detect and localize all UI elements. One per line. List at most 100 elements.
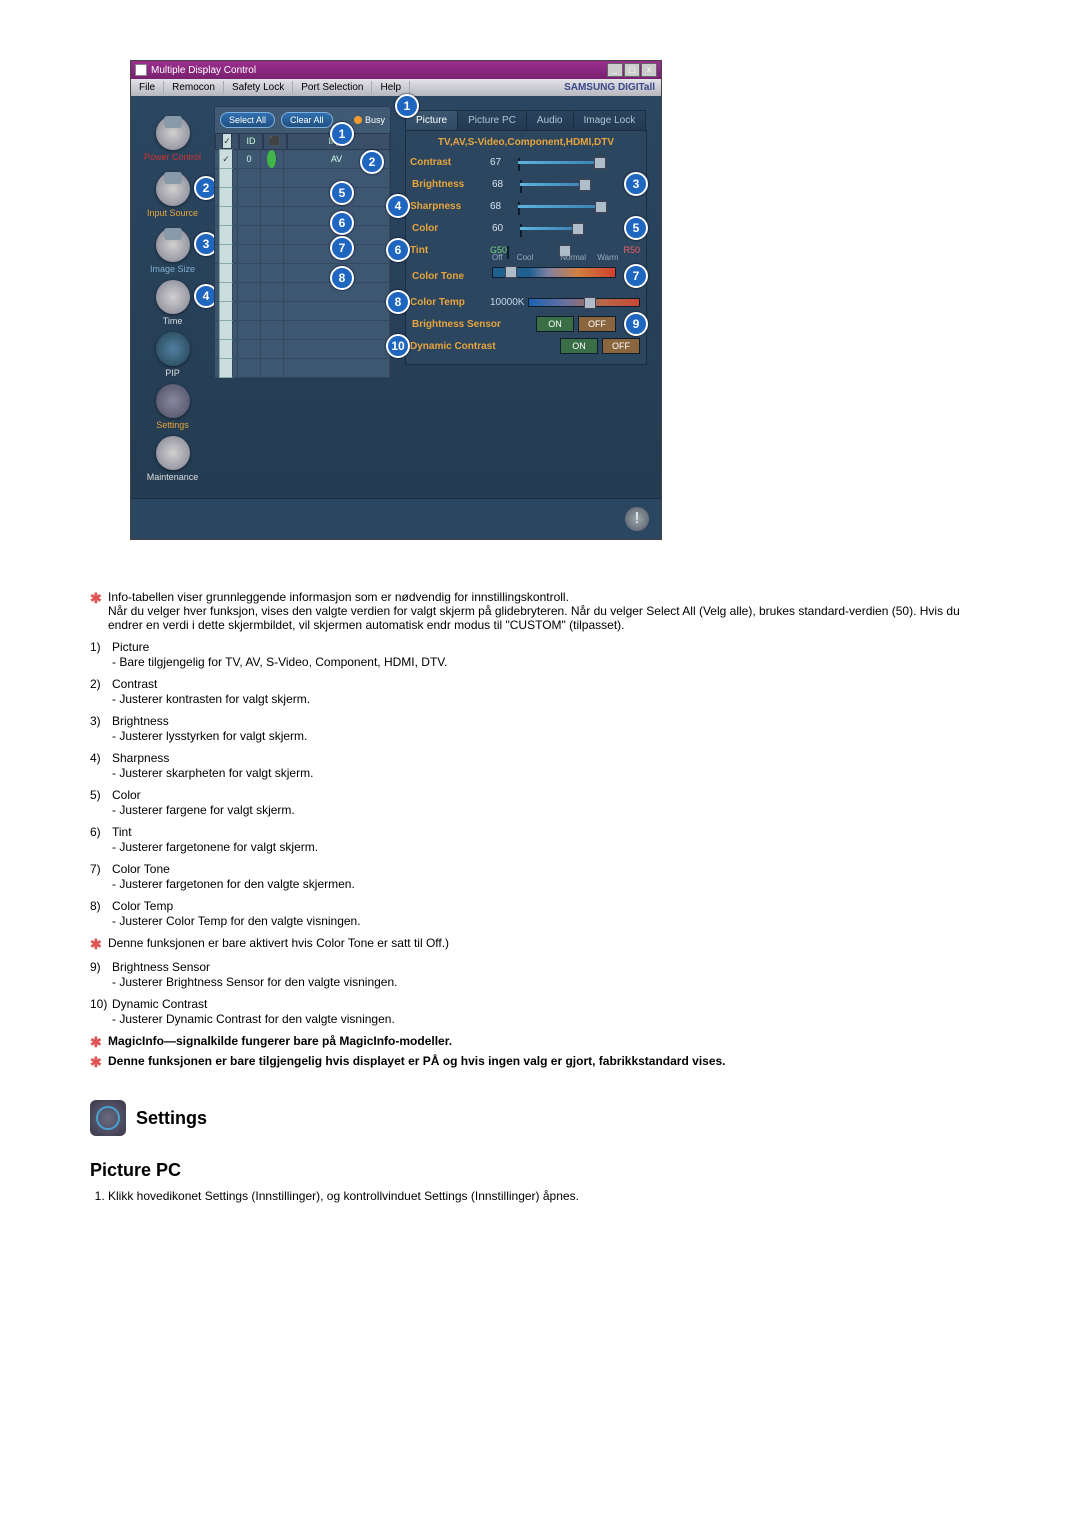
close-button[interactable]: x [641,63,657,77]
star-icon: ✱ [90,1054,108,1070]
row-checkbox[interactable] [219,206,233,226]
tabstrip: Picture Picture PC Audio Image Lock [405,110,647,130]
colortemp-slider[interactable] [528,298,640,307]
window-title: Multiple Display Control [151,65,256,76]
badge-7: 7 [330,236,354,260]
color-row: Color605 [412,218,640,238]
table-row[interactable] [215,226,390,245]
badge-panel-7: 7 [624,264,648,288]
row-checkbox[interactable] [219,263,233,283]
busy-indicator: Busy [354,115,385,125]
sidebar-item-settings[interactable]: Settings [131,384,214,430]
tab-image-lock[interactable]: Image Lock [573,110,647,130]
list-item: 10)Dynamic Contrast- Justerer Dynamic Co… [90,997,990,1026]
row-checkbox[interactable] [219,149,233,169]
row-checkbox[interactable] [219,320,233,340]
menu-file[interactable]: File [131,81,164,94]
sidebar-item-input[interactable]: Input Source 2 [131,172,214,218]
maximize-button[interactable]: ▢ [624,63,640,77]
table-row[interactable] [215,264,390,283]
row-checkbox[interactable] [219,358,233,378]
sidebar: Power Control Input Source 2 Image Size … [131,96,214,498]
table-row[interactable] [215,188,390,207]
list-item: 3)Brightness- Justerer lysstyrken for va… [90,714,990,743]
menu-help[interactable]: Help [372,81,410,94]
table-row[interactable] [215,169,390,188]
settings-panel: 1 Picture Picture PC Audio Image Lock TV… [391,96,661,498]
sidebar-item-time[interactable]: Time 4 [131,280,214,326]
table-row[interactable] [215,207,390,226]
note-text: MagicInfo—signalkilde fungerer bare på M… [108,1034,990,1050]
window-titlebar: Multiple Display Control _ ▢ x [131,61,661,79]
sidebar-item-pip[interactable]: PIP [131,332,214,378]
sharpness-slider[interactable] [518,203,640,210]
menu-portselection[interactable]: Port Selection [293,81,372,94]
imagesize-icon [156,228,190,262]
badge-6: 6 [330,211,354,235]
badge-1: 1 [330,122,354,146]
row-checkbox[interactable] [219,339,233,359]
brightsensor-off[interactable]: OFF [578,316,616,332]
menu-safetylock[interactable]: Safety Lock [224,81,293,94]
row-checkbox[interactable] [219,301,233,321]
sidebar-item-maintenance[interactable]: Maintenance [131,436,214,482]
select-all-button[interactable]: Select All [220,112,275,128]
tab-audio[interactable]: Audio [526,110,574,130]
badge-panel-9: 9 [624,312,648,336]
table-row[interactable] [215,245,390,264]
badge-panel-6: 6 [386,238,410,262]
row-checkbox[interactable] [219,244,233,264]
dyncontrast-row: 10Dynamic ContrastONOFF [412,336,640,356]
list-item: 1)Picture- Bare tilgjengelig for TV, AV,… [90,640,990,669]
sharpness-row: 4Sharpness68 [412,196,640,216]
row-checkbox[interactable] [219,168,233,188]
badge-panel-5: 5 [624,216,648,240]
pip-icon [156,332,190,366]
star-icon: ✱ [90,936,108,952]
instruction-list: Klikk hovedikonet Settings (Innstillinge… [108,1189,990,1203]
row-checkbox[interactable] [219,225,233,245]
minimize-button[interactable]: _ [607,63,623,77]
color-slider[interactable] [520,225,616,232]
badge-5: 5 [330,181,354,205]
note-text: Info-tabellen viser grunnleggende inform… [108,590,990,632]
table-row[interactable] [215,359,390,378]
signal-list: TV,AV,S-Video,Component,HDMI,DTV [412,137,640,148]
power-icon [156,116,190,150]
dyncontrast-on[interactable]: ON [560,338,598,354]
tab-picture-pc[interactable]: Picture PC [457,110,527,130]
row-checkbox[interactable] [219,187,233,207]
list-item: 5)Color- Justerer fargene for valgt skje… [90,788,990,817]
busy-dot-icon [354,116,362,124]
badge-panel-8: 8 [386,290,410,314]
table-row[interactable] [215,321,390,340]
list-item: 4)Sharpness- Justerer skarpheten for val… [90,751,990,780]
list-body: 0AV [215,150,390,378]
badge-panel-10: 10 [386,334,410,358]
window-controls: _ ▢ x [606,63,657,77]
contrast-row: 2Contrast67 [412,152,640,172]
sidebar-item-power[interactable]: Power Control [131,116,214,162]
brightness-slider[interactable] [520,181,616,188]
dyncontrast-off[interactable]: OFF [602,338,640,354]
row-checkbox[interactable] [219,282,233,302]
table-row[interactable] [215,302,390,321]
menu-bar: File Remocon Safety Lock Port Selection … [131,79,661,96]
list-item: 7)Color Tone- Justerer fargetonen for de… [90,862,990,891]
colortone-slider[interactable] [492,267,616,278]
menu-remocon[interactable]: Remocon [164,81,224,94]
table-row[interactable] [215,283,390,302]
clear-all-button[interactable]: Clear All [281,112,333,128]
badge-panel-1: 1 [395,94,419,118]
brightsensor-on[interactable]: ON [536,316,574,332]
display-list-panel: Select All Clear All Busy ID ⬛ Input 0AV [214,106,391,379]
colortemp-row: 8Color Temp10000K [412,292,640,312]
brightsensor-row: Brightness SensorONOFF9 [412,314,640,334]
sidebar-item-imagesize[interactable]: Image Size 3 [131,228,214,274]
header-checkbox[interactable] [222,133,232,149]
contrast-slider[interactable] [518,159,640,166]
table-row[interactable] [215,340,390,359]
screenshot: Multiple Display Control _ ▢ x File Remo… [130,60,662,540]
note-text: Denne funksjonen er bare tilgjengelig hv… [108,1054,990,1070]
list-header: ID ⬛ Input [215,133,390,150]
